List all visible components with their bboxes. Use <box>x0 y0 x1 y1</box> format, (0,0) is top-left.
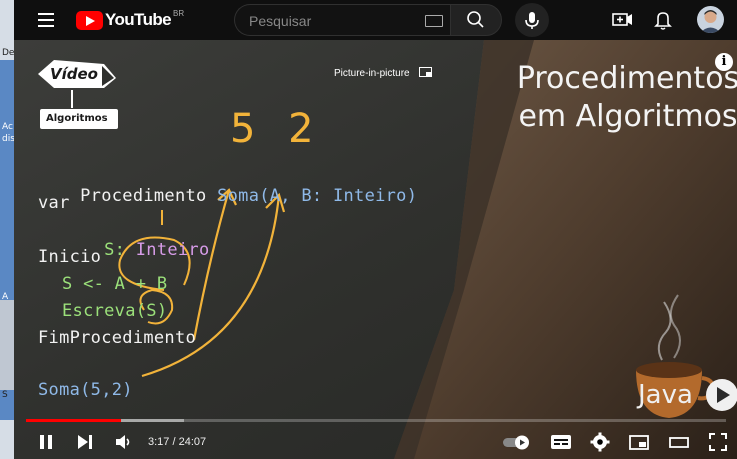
search-box <box>234 4 451 36</box>
video-player[interactable]: 5 2 Vídeo Algoritmos Picture-in-picture … <box>14 40 737 459</box>
miniplayer-icon[interactable] <box>628 432 650 452</box>
player-controls: 3:17 / 24:07 <box>14 424 737 459</box>
theater-icon[interactable] <box>668 432 690 452</box>
time-display: 3:17 / 24:07 <box>148 436 207 448</box>
notifications-button[interactable] <box>652 9 674 31</box>
create-icon <box>612 13 632 26</box>
strip-text-2: Ac <box>2 122 13 132</box>
channel-logo: Vídeo Algoritmos <box>32 52 127 132</box>
subtitles-icon[interactable] <box>550 432 572 452</box>
code-var-type: Inteiro <box>135 240 210 260</box>
strip-text-3: dis <box>2 134 14 144</box>
background-window-strip: De Ac dis A S <box>0 0 14 459</box>
youtube-logo[interactable]: YouTube BR <box>76 8 185 30</box>
settings-icon[interactable] <box>590 432 610 452</box>
video-title-line2: em Algoritmos <box>518 99 737 134</box>
channel-badge-bottom: Algoritmos <box>46 113 108 124</box>
video-title-overlay: Procedimentos em Algoritmos <box>508 60 737 136</box>
code-signature: Soma(A, B: Inteiro) <box>217 186 418 206</box>
search-button[interactable] <box>450 4 502 36</box>
strip-text-1: De <box>2 48 14 58</box>
search-icon <box>467 11 484 28</box>
handwritten-numbers: 5 2 <box>230 106 324 152</box>
fullscreen-icon[interactable] <box>708 432 728 452</box>
code-line-6: Escreva(S) <box>62 301 168 321</box>
code-line-5: S <- A + B <box>62 274 168 294</box>
next-icon[interactable] <box>76 432 94 452</box>
autoplay-toggle[interactable] <box>502 432 532 452</box>
keyboard-icon[interactable] <box>425 15 443 27</box>
youtube-play-icon <box>76 10 103 30</box>
country-code: BR <box>173 8 185 18</box>
strip-text-4: A <box>2 292 9 302</box>
code-line-1: Procedimento Soma(A, B: Inteiro) <box>38 166 417 226</box>
strip-text-5: S <box>2 390 8 400</box>
menu-icon[interactable] <box>36 9 58 31</box>
create-button[interactable] <box>612 10 634 30</box>
channel-badge-top: Vídeo <box>50 65 98 83</box>
code-keyword: Procedimento <box>80 186 218 206</box>
code-line-4: Inicio <box>38 247 102 267</box>
avatar-image <box>697 6 724 33</box>
pause-icon[interactable] <box>38 432 54 452</box>
code-line-7: FimProcedimento <box>38 328 197 348</box>
volume-icon[interactable] <box>114 432 134 452</box>
mic-button[interactable] <box>515 3 549 37</box>
code-line-2: var <box>38 193 70 213</box>
bell-icon <box>654 12 672 30</box>
pip-label: Picture-in-picture <box>334 68 410 79</box>
code-line-8: Soma(5,2) <box>38 380 133 400</box>
logo-text: YouTube <box>105 10 172 29</box>
video-title-line1: Procedimentos <box>516 61 737 96</box>
pip-icon[interactable] <box>419 67 432 77</box>
avatar[interactable] <box>697 6 724 33</box>
mic-icon <box>525 12 539 29</box>
search-input[interactable] <box>247 11 411 31</box>
progress-played <box>26 419 122 422</box>
masthead: YouTube BR <box>14 0 737 40</box>
java-label: Java <box>638 380 693 410</box>
code-var-name: S: <box>104 240 136 260</box>
progress-bar[interactable] <box>26 419 726 422</box>
